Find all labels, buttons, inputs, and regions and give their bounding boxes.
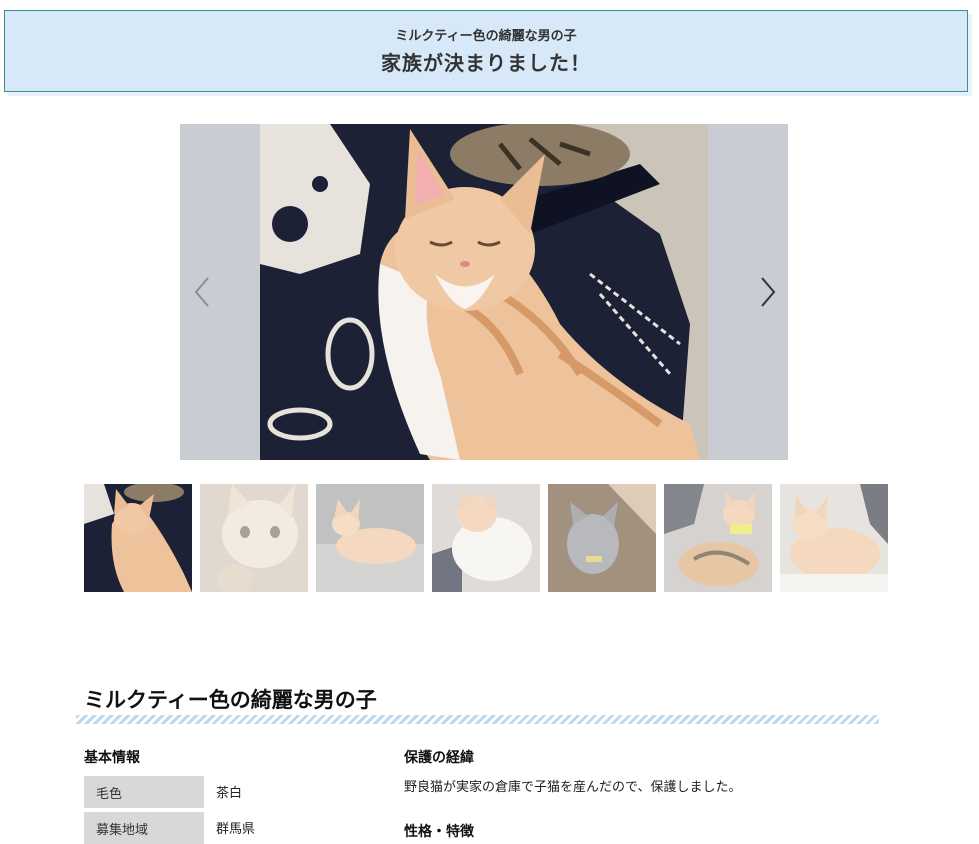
info-row-region: 募集地域 <box>84 812 204 844</box>
thumbnail-7[interactable] <box>780 484 888 592</box>
thumbnail-6[interactable] <box>664 484 772 592</box>
rescue-text: 野良猫が実家の倉庫で子猫を産んだので、保護しました。 <box>404 780 742 795</box>
chevron-left-icon <box>194 277 209 307</box>
adoption-status-banner: ミルクティー色の綺麗な男の子 家族が決まりました！ <box>4 10 968 92</box>
info-label: 募集地域 <box>96 823 149 838</box>
thumbnail-4[interactable] <box>432 484 540 592</box>
thumbnail-1[interactable] <box>84 484 192 592</box>
thumbnail-5[interactable] <box>548 484 656 592</box>
personality-heading: 性格・特徴 <box>404 824 474 840</box>
cat-name-heading: ミルクティー色の綺麗な男の子 <box>84 688 377 712</box>
thumbnail-strip <box>84 484 888 592</box>
thumbnail-2[interactable] <box>200 484 308 592</box>
info-label: 毛色 <box>96 787 123 802</box>
rescue-heading: 保護の経緯 <box>404 750 474 766</box>
info-value: 茶白 <box>216 786 243 801</box>
main-cat-photo <box>260 124 708 460</box>
info-row-coat-color: 毛色 <box>84 776 204 808</box>
slider-prev-button[interactable] <box>186 274 216 310</box>
banner-subtitle: ミルクティー色の綺麗な男の子 <box>395 29 577 44</box>
info-value: 群馬県 <box>216 822 256 837</box>
basic-info-heading: 基本情報 <box>84 750 140 766</box>
banner-title: 家族が決まりました！ <box>381 51 591 75</box>
chevron-right-icon <box>761 277 776 307</box>
slider-next-button[interactable] <box>754 274 784 310</box>
photo-slider[interactable] <box>180 124 788 460</box>
thumbnail-3[interactable] <box>316 484 424 592</box>
heading-underline <box>76 715 879 724</box>
